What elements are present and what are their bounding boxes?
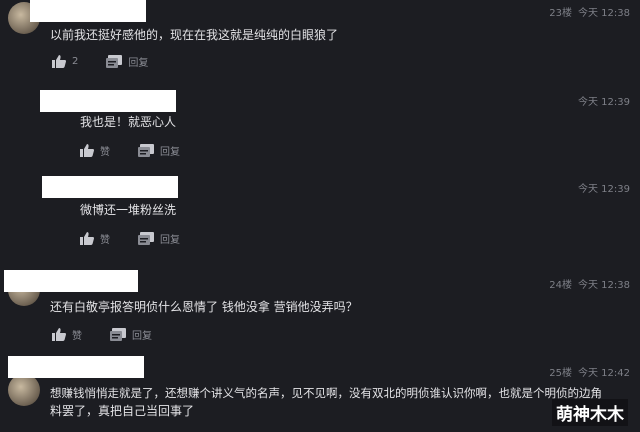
username-redacted[interactable] (42, 176, 178, 198)
reply-button[interactable]: 回复 (110, 327, 152, 342)
thumbs-up-icon (80, 232, 94, 245)
reply-icon (110, 328, 126, 341)
timestamp: 今天 12:38 (578, 280, 630, 291)
comment-text-line2: 料罢了，真把自己当回事了 (50, 404, 195, 418)
watermark: 萌神木木 (552, 399, 628, 426)
comment-actions: 赞 回复 (52, 327, 180, 342)
username-redacted[interactable] (30, 0, 146, 22)
thumbs-up-icon (52, 328, 66, 341)
like-label: 赞 (72, 331, 82, 342)
like-button[interactable]: 赞 (52, 327, 82, 342)
reply-label: 回复 (160, 235, 180, 246)
thumbs-up-icon (52, 55, 66, 68)
comment-actions: 赞 回复 (80, 143, 208, 158)
comment-actions: 2 回复 (52, 54, 176, 69)
like-label: 赞 (100, 147, 110, 158)
like-button[interactable]: 赞 (80, 143, 110, 158)
comment-text: 想赚钱悄悄走就是了，还想赚个讲义气的名声，见不见啊，没有双北的明侦谁认识你啊，也… (50, 386, 602, 400)
comment-meta: 今天 12:39 (578, 180, 630, 195)
like-button[interactable]: 2 (52, 55, 78, 68)
comment-text: 我也是！就恶心人 (80, 115, 177, 129)
comment-actions: 赞 回复 (80, 231, 208, 246)
timestamp: 今天 12:39 (578, 184, 630, 195)
username-redacted[interactable] (40, 90, 176, 112)
comment-meta: 25楼 今天 12:42 (549, 364, 630, 379)
username-redacted[interactable] (8, 356, 144, 378)
reply-icon (138, 232, 154, 245)
avatar[interactable] (8, 374, 40, 406)
floor-number: 25楼 (549, 368, 572, 379)
reply-button[interactable]: 回复 (106, 54, 148, 69)
reply-1: 今天 12:39 我也是！就恶心人 赞 回复 (0, 86, 640, 170)
comment-meta: 今天 12:39 (578, 93, 630, 108)
comment-25: 25楼 今天 12:42 想赚钱悄悄走就是了，还想赚个讲义气的名声，见不见啊，没有… (0, 352, 640, 432)
reply-2: 今天 12:39 微博还一堆粉丝洗 赞 回复 (0, 174, 640, 260)
reply-icon (138, 144, 154, 157)
reply-label: 回复 (160, 147, 180, 158)
username-redacted[interactable] (4, 270, 138, 292)
comment-meta: 24楼 今天 12:38 (549, 276, 630, 291)
like-button[interactable]: 赞 (80, 231, 110, 246)
floor-number: 23楼 (549, 8, 572, 19)
reply-icon (106, 55, 123, 68)
thumbs-up-icon (80, 144, 94, 157)
like-count: 2 (72, 56, 79, 67)
reply-button[interactable]: 回复 (138, 231, 180, 246)
comment-text: 以前我还挺好感他的，现在在我这就是纯纯的白眼狼了 (50, 28, 339, 42)
comment-23: 23楼 今天 12:38 以前我还挺好感他的，现在在我这就是纯纯的白眼狼了 2 回… (0, 0, 640, 80)
timestamp: 今天 12:39 (578, 97, 630, 108)
floor-number: 24楼 (549, 280, 572, 291)
reply-label: 回复 (128, 58, 149, 69)
timestamp: 今天 12:38 (578, 8, 630, 19)
reply-button[interactable]: 回复 (138, 143, 180, 158)
comment-meta: 23楼 今天 12:38 (549, 4, 630, 19)
reply-label: 回复 (132, 331, 152, 342)
comment-text: 微博还一堆粉丝洗 (80, 203, 177, 217)
timestamp: 今天 12:42 (578, 368, 630, 379)
comment-24: 24楼 今天 12:38 还有白敬亭报答明侦什么恩情了 钱他没拿 营销他没弄吗？ … (0, 266, 640, 348)
comment-text: 还有白敬亭报答明侦什么恩情了 钱他没拿 营销他没弄吗？ (50, 300, 358, 314)
like-label: 赞 (100, 235, 110, 246)
